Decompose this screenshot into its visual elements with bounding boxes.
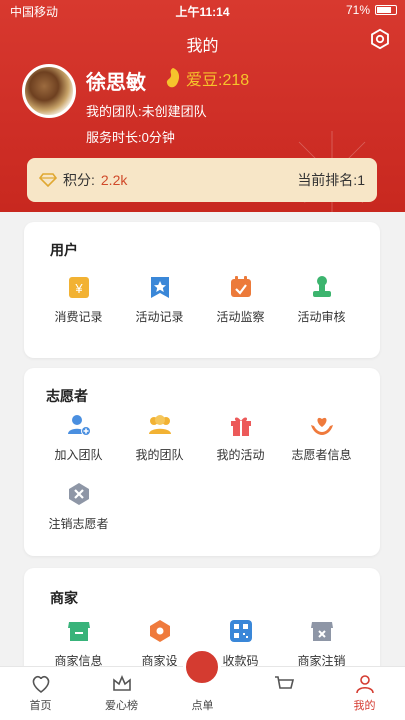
activity-monitor-button[interactable]: 活动监察 xyxy=(200,274,281,325)
user-section-card: 用户 ¥ 消费记录 活动记录 活动监察 活动审核 xyxy=(24,222,380,358)
center-action-button[interactable] xyxy=(183,648,221,686)
score-bar[interactable]: 积分: 2.2k 当前排名:1 xyxy=(27,158,377,202)
service-time: 服务时长:0分钟 xyxy=(86,130,175,145)
tab-home[interactable]: 首页 xyxy=(0,667,81,720)
calendar-check-icon xyxy=(230,276,251,297)
tab-mine[interactable]: 我的 xyxy=(324,667,405,720)
my-activities-button[interactable]: 我的活动 xyxy=(200,412,281,463)
status-time: 上午11:14 xyxy=(175,5,230,19)
team-info: 我的团队:未创建团队 xyxy=(86,104,207,119)
page-title: 我的 xyxy=(186,38,219,55)
user-icon xyxy=(355,675,374,694)
bean-icon xyxy=(166,68,180,88)
join-team-button[interactable]: 加入团队 xyxy=(38,412,119,463)
username: 徐思敏 xyxy=(86,72,146,94)
deregister-volunteer-button[interactable]: 注销志愿者 xyxy=(38,481,119,532)
activity-review-button[interactable]: 活动审核 xyxy=(281,274,362,325)
diamond-icon xyxy=(39,173,57,187)
section-title-volunteer: 志愿者 xyxy=(46,388,88,404)
score-value: 2.2k xyxy=(100,172,128,188)
qr-code-icon xyxy=(229,620,252,642)
settings-icon[interactable] xyxy=(369,28,391,50)
svg-text:¥: ¥ xyxy=(74,281,83,296)
cart-icon xyxy=(274,676,294,689)
nut-icon xyxy=(149,620,170,642)
volunteer-section-card: 志愿者 加入团队 我的团队 我的活动 志愿者信息 注销志愿者 xyxy=(24,368,380,556)
avatar[interactable] xyxy=(22,64,76,118)
tab-cart[interactable] xyxy=(243,667,324,720)
volunteer-info-button[interactable]: 志愿者信息 xyxy=(281,412,362,463)
shop-icon xyxy=(67,622,90,641)
consumption-records-button[interactable]: ¥ 消费记录 xyxy=(38,274,119,325)
battery-icon xyxy=(375,5,397,15)
gift-icon xyxy=(230,417,251,436)
merchant-deregister-button[interactable]: 商家注销 xyxy=(281,618,362,669)
battery-percent: 71% xyxy=(345,3,370,17)
group-icon xyxy=(148,415,171,434)
cancel-icon xyxy=(68,483,89,505)
tab-love-ranking[interactable]: 爱心榜 xyxy=(81,667,162,720)
crown-icon xyxy=(112,674,131,691)
score-label: 积分: xyxy=(63,172,95,188)
heart-home-icon xyxy=(32,675,49,694)
activity-records-button[interactable]: 活动记录 xyxy=(119,274,200,325)
rank-label: 当前排名:1 xyxy=(297,172,365,188)
stamp-icon xyxy=(312,276,331,297)
profile-header: 中国移动 上午11:14 71% 我的 徐思敏 爱豆:218 我的团队:未创建团… xyxy=(0,0,405,212)
star-bookmark-icon xyxy=(150,277,169,298)
my-team-button[interactable]: 我的团队 xyxy=(119,412,200,463)
beans-count: 爱豆:218 xyxy=(186,72,250,89)
receipt-icon: ¥ xyxy=(68,277,89,298)
add-user-icon xyxy=(67,415,91,436)
section-title-user: 用户 xyxy=(50,242,78,258)
merchant-info-button[interactable]: 商家信息 xyxy=(38,618,119,669)
heart-hands-icon xyxy=(310,417,333,435)
section-title-merchant: 商家 xyxy=(50,590,78,606)
status-bar: 中国移动 上午11:14 71% xyxy=(0,0,405,22)
shop-cancel-icon xyxy=(310,622,333,641)
